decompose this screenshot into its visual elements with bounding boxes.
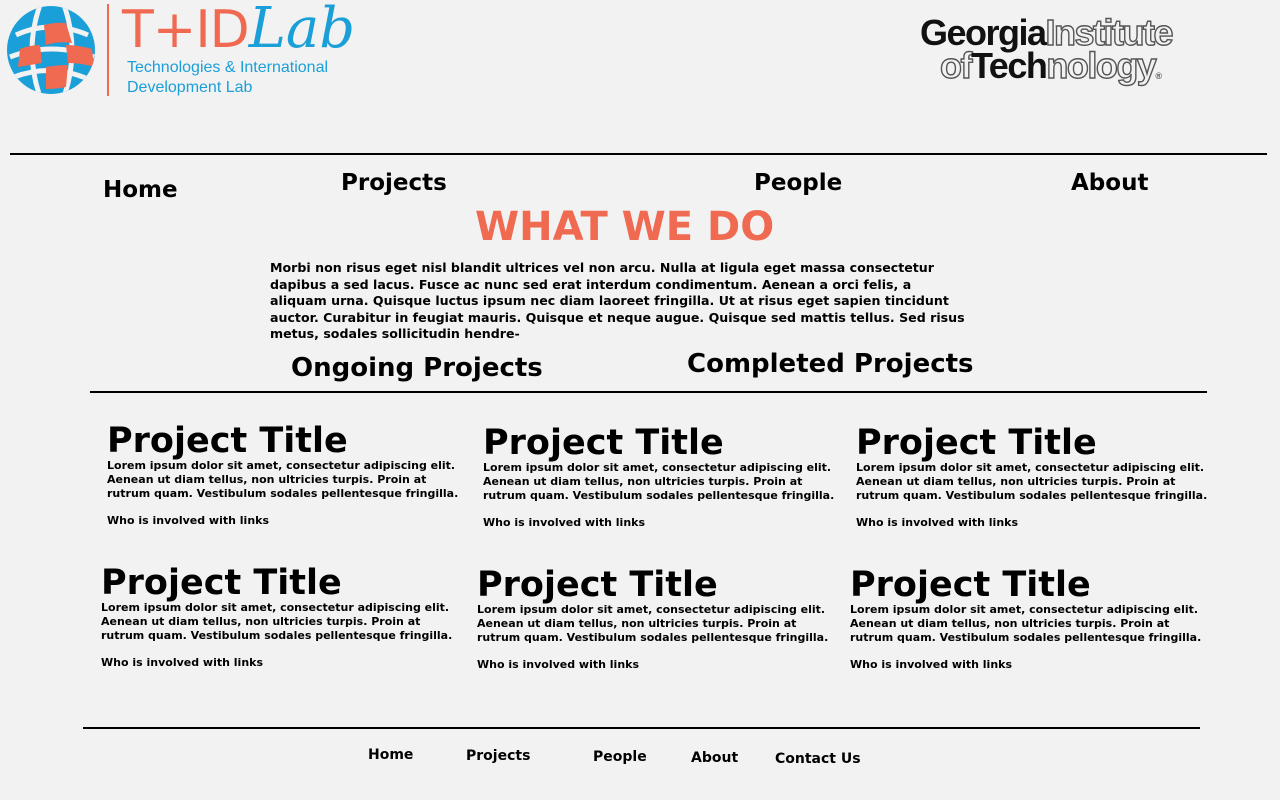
footer-divider: [83, 727, 1200, 729]
partner-logo-line2: ofTechnology®: [939, 45, 1162, 86]
tab-completed-projects[interactable]: Completed Projects: [687, 348, 974, 380]
project-title[interactable]: Project Title: [856, 423, 1216, 463]
project-involved-links[interactable]: Who is involved with links: [850, 658, 1210, 672]
logo-subtitle-line1: Technologies & International: [127, 59, 329, 76]
project-title[interactable]: Project Title: [107, 421, 467, 461]
partner-logo-tech: Tech: [970, 45, 1048, 86]
project-involved-links[interactable]: Who is involved with links: [856, 516, 1216, 530]
project-card: Project Title Lorem ipsum dolor sit amet…: [850, 565, 1210, 672]
project-involved-links[interactable]: Who is involved with links: [107, 514, 467, 528]
footer-link-people[interactable]: People: [593, 748, 647, 766]
footer-link-home[interactable]: Home: [368, 746, 413, 764]
project-involved-links[interactable]: Who is involved with links: [483, 516, 843, 530]
logo-subtitle: Technologies & International Development…: [127, 58, 328, 98]
nav-projects[interactable]: Projects: [341, 169, 447, 197]
partner-logo-of: of: [939, 45, 973, 86]
nav-about[interactable]: About: [1071, 169, 1148, 197]
project-involved-links[interactable]: Who is involved with links: [477, 658, 837, 672]
partner-logo-nology: nology: [1046, 45, 1158, 86]
logo-divider: [107, 4, 109, 96]
page-title: WHAT WE DO: [475, 204, 775, 250]
project-description: Lorem ipsum dolor sit amet, consectetur …: [850, 603, 1202, 644]
globe-icon: [6, 5, 96, 95]
logo-subtitle-line2: Development Lab: [127, 79, 253, 96]
nav-home[interactable]: Home: [103, 176, 178, 204]
project-card: Project Title Lorem ipsum dolor sit amet…: [856, 423, 1216, 530]
intro-text: Morbi non risus eget nisl blandit ultric…: [270, 260, 965, 341]
footer-link-projects[interactable]: Projects: [466, 747, 530, 765]
registered-mark: ®: [1155, 71, 1162, 81]
project-involved-links[interactable]: Who is involved with links: [101, 656, 461, 670]
footer-link-about[interactable]: About: [691, 749, 738, 767]
header-divider: [10, 153, 1267, 155]
project-description: Lorem ipsum dolor sit amet, consectetur …: [856, 461, 1208, 502]
logo-brand-suffix: Lab: [248, 0, 356, 61]
footer-link-contact[interactable]: Contact Us: [775, 750, 861, 768]
project-description: Lorem ipsum dolor sit amet, consectetur …: [477, 603, 829, 644]
project-title[interactable]: Project Title: [850, 565, 1210, 605]
nav-people[interactable]: People: [754, 169, 842, 197]
project-card: Project Title Lorem ipsum dolor sit amet…: [477, 565, 837, 672]
site-logo[interactable]: T+IDLab: [122, 0, 355, 60]
project-card: Project Title Lorem ipsum dolor sit amet…: [101, 563, 461, 670]
project-card: Project Title Lorem ipsum dolor sit amet…: [483, 423, 843, 530]
project-title[interactable]: Project Title: [477, 565, 837, 605]
project-card: Project Title Lorem ipsum dolor sit amet…: [107, 421, 467, 528]
tab-ongoing-projects[interactable]: Ongoing Projects: [291, 352, 543, 384]
project-description: Lorem ipsum dolor sit amet, consectetur …: [101, 601, 453, 642]
logo-brand-prefix: T+ID: [122, 0, 250, 60]
project-description: Lorem ipsum dolor sit amet, consectetur …: [107, 459, 459, 500]
project-title[interactable]: Project Title: [483, 423, 843, 463]
tabs-divider: [90, 391, 1207, 393]
project-description: Lorem ipsum dolor sit amet, consectetur …: [483, 461, 835, 502]
project-title[interactable]: Project Title: [101, 563, 461, 603]
